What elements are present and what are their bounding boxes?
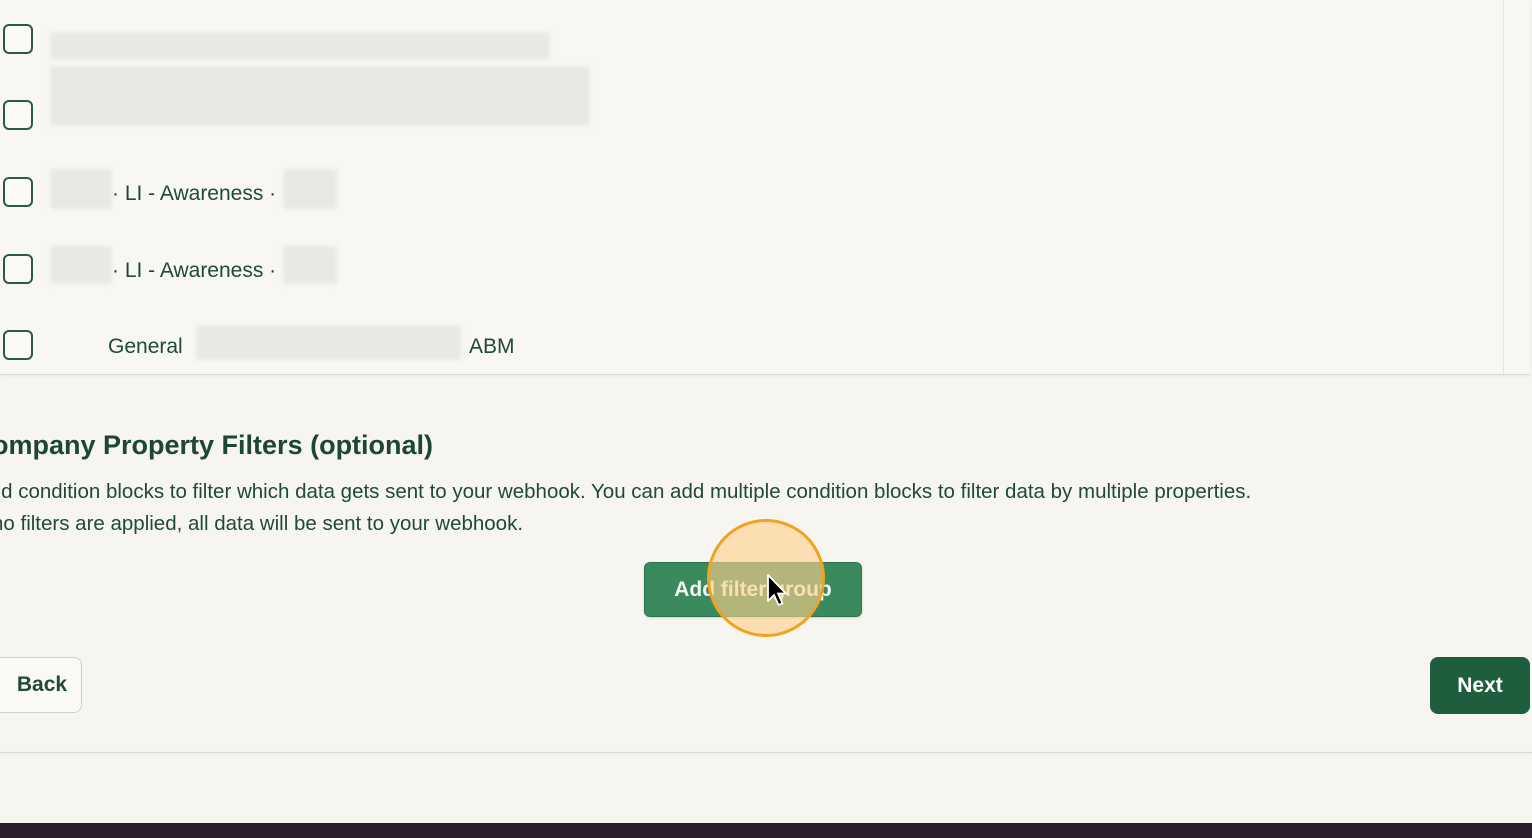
divider: [0, 752, 1532, 753]
mouse-pointer-icon: [767, 574, 787, 606]
checkbox[interactable]: [3, 177, 33, 207]
checkbox[interactable]: [3, 24, 33, 54]
page: · LI - Awareness · · LI - Awareness · Ge…: [0, 0, 1532, 838]
redacted-label: [50, 169, 112, 209]
next-button[interactable]: Next: [1430, 657, 1530, 714]
bottom-bar: [0, 823, 1532, 838]
back-button[interactable]: Back: [0, 657, 82, 713]
list-item-label: · LI - Awareness ·: [112, 182, 277, 205]
checkbox[interactable]: [3, 330, 33, 360]
redacted-label: [50, 32, 550, 60]
redacted-label: [50, 66, 590, 126]
list-item-label-start: General: [108, 335, 183, 358]
list-item[interactable]: [0, 66, 1480, 136]
checkbox[interactable]: [3, 100, 33, 130]
option-list[interactable]: · LI - Awareness · · LI - Awareness · Ge…: [0, 0, 1530, 375]
description-line-1: ild condition blocks to filter which dat…: [0, 480, 1252, 503]
redacted-label: [196, 326, 461, 360]
section-description: ild condition blocks to filter which dat…: [0, 476, 1251, 540]
list-item-label-end: ABM: [469, 335, 515, 358]
list-item[interactable]: · LI - Awareness ·: [0, 169, 1480, 213]
redacted-label: [283, 169, 337, 209]
scrollbar[interactable]: [1503, 0, 1530, 374]
list-item-label: · LI - Awareness ·: [112, 259, 277, 282]
section-title: ompany Property Filters (optional): [0, 430, 434, 460]
checkbox[interactable]: [3, 254, 33, 284]
list-item[interactable]: · LI - Awareness ·: [0, 246, 1480, 290]
redacted-label: [283, 246, 337, 284]
list-item[interactable]: General ABM: [0, 326, 1480, 366]
redacted-label: [50, 246, 112, 284]
list-item[interactable]: [0, 24, 1480, 60]
description-line-2: no filters are applied, all data will be…: [0, 512, 524, 535]
